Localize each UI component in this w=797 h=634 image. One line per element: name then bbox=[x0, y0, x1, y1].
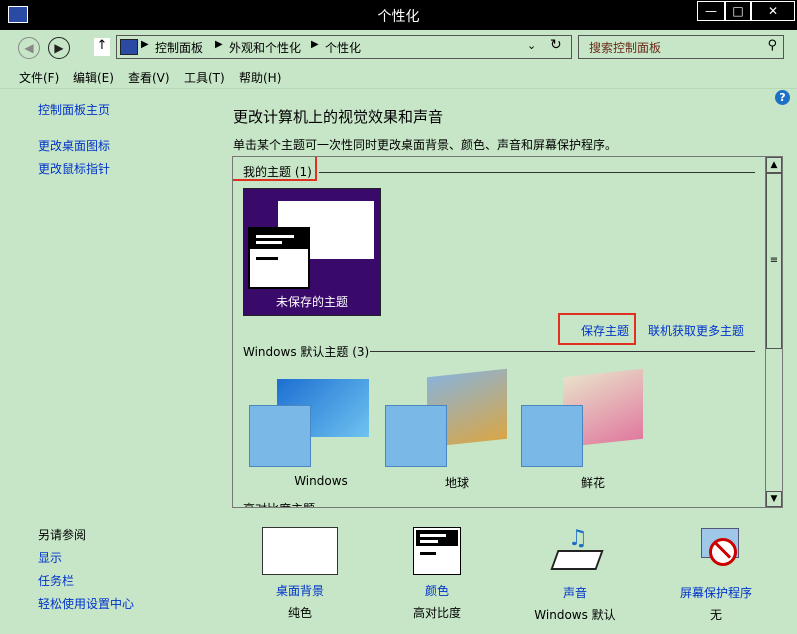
window-title: 个性化 bbox=[377, 9, 420, 25]
sidebar-link-control-panel-home[interactable]: 控制面板主页 bbox=[38, 101, 110, 118]
theme-flowers[interactable]: 鲜花 bbox=[519, 368, 643, 490]
theme-label-flowers: 鲜花 bbox=[580, 476, 605, 490]
menu-file[interactable]: 文件(F) bbox=[19, 69, 59, 86]
minimize-button[interactable]: — bbox=[697, 1, 725, 21]
sound-label: 声音 bbox=[562, 586, 587, 600]
close-button[interactable]: ✕ bbox=[751, 1, 795, 21]
color-palette-icon bbox=[385, 405, 447, 467]
menu-help[interactable]: 帮助(H) bbox=[239, 69, 281, 86]
breadcrumb-personalization[interactable]: 个性化 bbox=[325, 39, 361, 56]
breadcrumb-separator: ▶ bbox=[215, 39, 223, 50]
color-label: 颜色 bbox=[424, 584, 449, 598]
breadcrumb-appearance[interactable]: 外观和个性化 bbox=[229, 39, 301, 56]
page-title: 更改计算机上的视觉效果和声音 bbox=[233, 108, 444, 126]
theme-panel-scrollbar[interactable]: ▲ ≡ ▼ bbox=[765, 157, 782, 507]
screensaver-label: 屏幕保护程序 bbox=[679, 586, 752, 600]
address-bar[interactable]: ▶ 控制面板 ▶ 外观和个性化 ▶ 个性化 ⌄ ↻ bbox=[116, 35, 572, 59]
desktop-background-label: 桌面背景 bbox=[275, 584, 324, 598]
sidebar-link-taskbar[interactable]: 任务栏 bbox=[38, 572, 74, 589]
screensaver-setting[interactable]: 屏幕保护程序 无 bbox=[668, 524, 764, 623]
unsaved-theme-label: 未保存的主题 bbox=[275, 295, 348, 309]
sidebar-link-mouse-pointer[interactable]: 更改鼠标指针 bbox=[38, 160, 110, 177]
sidebar-link-ease-of-access[interactable]: 轻松使用设置中心 bbox=[38, 595, 134, 612]
navigation-bar: ◀ ▶ ↑ ▶ 控制面板 ▶ 外观和个性化 ▶ 个性化 ⌄ ↻ 搜索控制面板 ⚲ bbox=[0, 30, 797, 64]
group-divider bbox=[319, 172, 755, 173]
menu-view[interactable]: 查看(V) bbox=[128, 69, 170, 86]
theme-label-windows: Windows bbox=[294, 474, 348, 488]
control-panel-icon bbox=[120, 39, 138, 55]
save-theme-highlight bbox=[558, 313, 636, 345]
theme-list-panel[interactable]: 我的主题 (1) 未保存的主题 保存主题 联机获取更多主题 Windows 默认… bbox=[232, 156, 783, 508]
scroll-down-button[interactable]: ▼ bbox=[766, 491, 782, 507]
scroll-thumb[interactable]: ≡ bbox=[766, 173, 782, 349]
high-contrast-themes-header: 高对比度主题 bbox=[243, 500, 315, 507]
sound-value: Windows 默认 bbox=[534, 608, 616, 622]
high-contrast-window-icon bbox=[413, 527, 461, 575]
sidebar-link-display[interactable]: 显示 bbox=[38, 549, 62, 566]
title-bar: 个性化 — □ ✕ bbox=[0, 0, 797, 30]
desktop-background-value: 纯色 bbox=[287, 606, 312, 620]
sidebar-link-desktop-icons[interactable]: 更改桌面图标 bbox=[38, 137, 110, 154]
theme-preview-window-front bbox=[248, 227, 310, 289]
menu-edit[interactable]: 编辑(E) bbox=[73, 69, 114, 86]
search-input[interactable]: 搜索控制面板 bbox=[589, 39, 661, 56]
menu-bar: 文件(F) 编辑(E) 查看(V) 工具(T) 帮助(H) bbox=[0, 64, 797, 89]
theme-windows[interactable]: Windows bbox=[247, 377, 371, 489]
refresh-icon[interactable]: ↻ bbox=[550, 37, 562, 53]
group-divider bbox=[370, 351, 755, 352]
breadcrumb-control-panel[interactable]: 控制面板 bbox=[155, 39, 203, 56]
desktop-background-setting[interactable]: 桌面背景 纯色 bbox=[250, 527, 350, 621]
page-description: 单击某个主题可一次性同时更改桌面背景、颜色、声音和屏幕保护程序。 bbox=[233, 138, 618, 152]
maximize-button[interactable]: □ bbox=[725, 1, 751, 21]
color-setting[interactable]: 颜色 高对比度 bbox=[390, 527, 484, 621]
no-screensaver-icon bbox=[691, 524, 741, 574]
color-value: 高对比度 bbox=[412, 606, 461, 620]
forward-button[interactable]: ▶ bbox=[48, 37, 70, 59]
screensaver-value: 无 bbox=[709, 608, 722, 622]
help-icon[interactable]: ? bbox=[775, 90, 790, 105]
my-themes-highlight bbox=[233, 157, 317, 181]
search-icon[interactable]: ⚲ bbox=[767, 38, 777, 53]
color-palette-icon bbox=[249, 405, 311, 467]
desktop-background-swatch bbox=[262, 527, 338, 575]
search-box[interactable]: 搜索控制面板 ⚲ bbox=[578, 35, 784, 59]
address-dropdown-icon[interactable]: ⌄ bbox=[527, 39, 536, 52]
music-keyboard-icon: ♫ bbox=[550, 524, 604, 574]
color-palette-icon bbox=[521, 405, 583, 467]
up-button[interactable]: ↑ bbox=[94, 38, 110, 56]
unsaved-theme-tile[interactable]: 未保存的主题 bbox=[243, 188, 381, 316]
see-also-title: 另请参阅 bbox=[38, 528, 87, 542]
back-button[interactable]: ◀ bbox=[18, 37, 40, 59]
theme-earth[interactable]: 地球 bbox=[383, 368, 507, 490]
theme-label-earth: 地球 bbox=[444, 476, 469, 490]
breadcrumb-separator: ▶ bbox=[311, 39, 319, 50]
scroll-up-button[interactable]: ▲ bbox=[766, 157, 782, 173]
sound-setting[interactable]: ♫ 声音 Windows 默认 bbox=[526, 524, 624, 623]
breadcrumb-separator: ▶ bbox=[141, 39, 149, 50]
get-more-themes-link[interactable]: 联机获取更多主题 bbox=[648, 322, 744, 339]
menu-tools[interactable]: 工具(T) bbox=[184, 69, 225, 86]
default-themes-header: Windows 默认主题 (3) bbox=[243, 345, 370, 359]
